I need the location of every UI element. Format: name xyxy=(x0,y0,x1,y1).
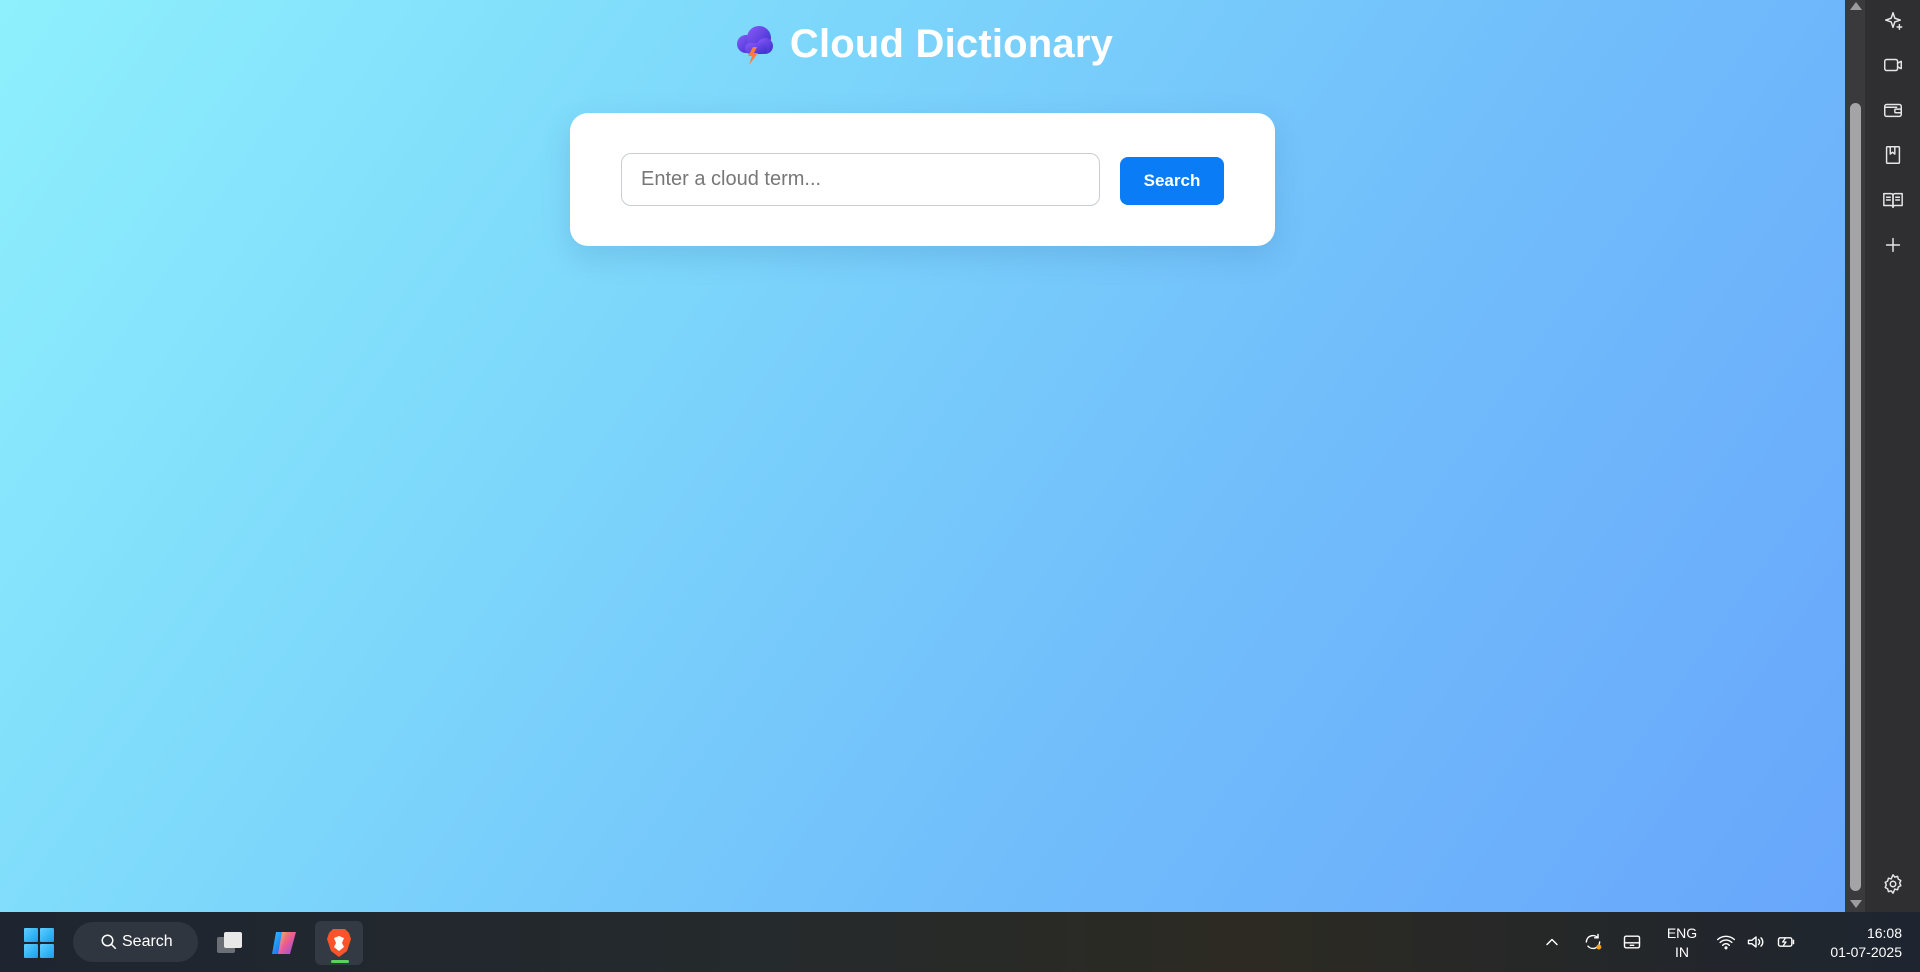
search-icon xyxy=(101,934,117,950)
scrollbar-thumb[interactable] xyxy=(1850,103,1861,891)
search-card: Search xyxy=(570,113,1275,246)
windows-start-icon[interactable] xyxy=(24,928,54,958)
cloud-lightning-icon xyxy=(736,25,773,65)
show-hidden-icons-icon[interactable] xyxy=(1542,912,1562,972)
scroll-up-arrow-icon[interactable] xyxy=(1850,2,1862,10)
language-indicator[interactable]: ENG IN xyxy=(1662,924,1702,962)
clock-time: 16:08 xyxy=(1866,925,1902,941)
battery-charging-icon[interactable] xyxy=(1776,912,1796,972)
vertical-scrollbar[interactable] xyxy=(1845,0,1865,912)
scroll-down-arrow-icon[interactable] xyxy=(1850,900,1862,908)
clock-date: 01-07-2025 xyxy=(1830,944,1902,960)
taskbar: Search ENG IN 16:08 01-07-2025 xyxy=(0,912,1920,972)
active-app-indicator xyxy=(331,960,349,963)
app-header: Cloud Dictionary xyxy=(0,22,1845,67)
browser-sidebar xyxy=(1865,0,1920,912)
wifi-icon[interactable] xyxy=(1716,912,1736,972)
page-title: Cloud Dictionary xyxy=(789,22,1114,66)
reading-list-icon[interactable] xyxy=(1880,187,1906,213)
settings-icon[interactable] xyxy=(1880,871,1906,897)
taskbar-search-label: Search xyxy=(122,933,173,950)
wallet-icon[interactable] xyxy=(1880,97,1906,123)
brave-browser-icon[interactable] xyxy=(315,921,363,965)
touch-keyboard-icon[interactable] xyxy=(1622,912,1642,972)
taskbar-search-button[interactable]: Search xyxy=(73,922,198,962)
leo-ai-icon[interactable] xyxy=(1880,8,1906,34)
bookmarks-icon[interactable] xyxy=(1880,142,1906,168)
search-input[interactable] xyxy=(621,153,1100,206)
task-view-icon[interactable] xyxy=(206,921,254,965)
add-icon[interactable] xyxy=(1880,232,1906,258)
region-code: IN xyxy=(1675,944,1689,960)
system-clock[interactable]: 16:08 01-07-2025 xyxy=(1810,924,1902,962)
page-viewport: Cloud Dictionary Search xyxy=(0,0,1845,912)
video-call-icon[interactable] xyxy=(1880,52,1906,78)
volume-icon[interactable] xyxy=(1746,912,1766,972)
copilot-icon[interactable] xyxy=(260,921,308,965)
search-button[interactable]: Search xyxy=(1120,157,1224,205)
sync-update-icon[interactable] xyxy=(1583,912,1603,972)
language-code: ENG xyxy=(1666,925,1698,941)
